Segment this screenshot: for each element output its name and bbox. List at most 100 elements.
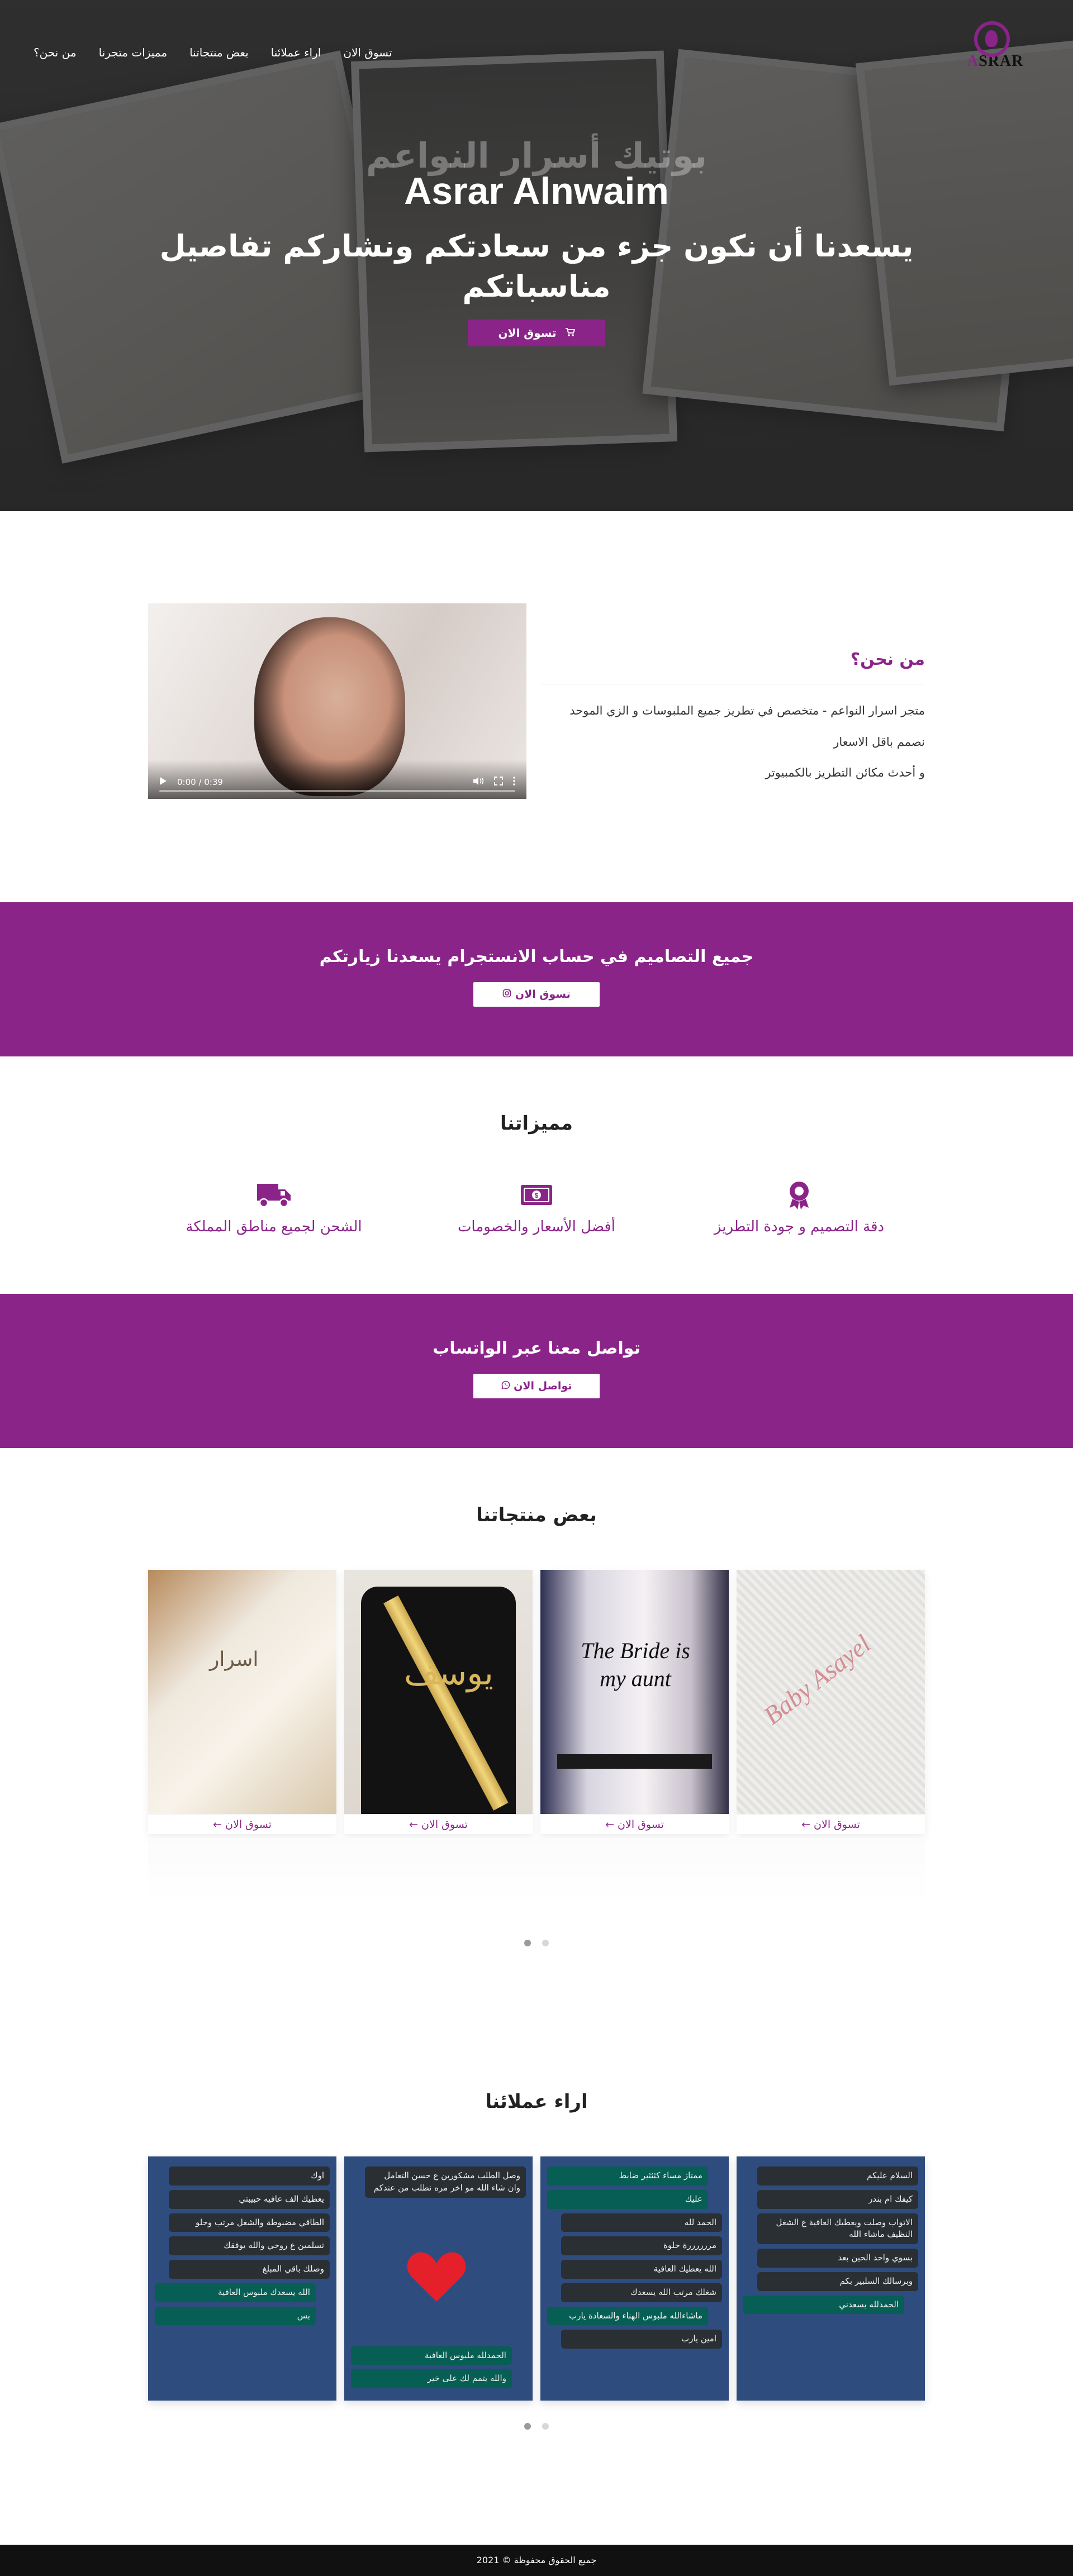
chat-bubble: الله يعطيك العافية <box>561 2260 722 2279</box>
product-image-text: Baby Asayel <box>758 1629 876 1730</box>
feature-item: الشحن لجميع مناطق المملكة <box>184 1179 363 1235</box>
logo-mark-icon <box>974 21 1010 57</box>
chat-bubble: الطاقي مضبوطة والشغل مرتب وحلو <box>169 2213 330 2232</box>
about-paragraph: متجر اسرار النواعم - متخصص في تطريز جميع… <box>569 704 925 717</box>
nav-link-about[interactable]: من نحن؟ <box>34 46 77 59</box>
chat-bubble: اوك <box>169 2166 330 2185</box>
features-list: دقة التصميم و جودة التطريز $ أفضل الأسعا… <box>0 1179 1073 1235</box>
chat-bubble: الحمد لله <box>561 2213 722 2232</box>
whatsapp-contact-button[interactable]: تواصل الان <box>473 1374 600 1398</box>
chat-bubble: ماشاءالله ملبوس الهناء والسعادة يارب <box>547 2306 708 2326</box>
carousel-dot[interactable] <box>524 2423 531 2430</box>
hero-tagline: يسعدنا أن نكون جزء من سعادتكم ونشاركم تف… <box>159 228 914 304</box>
copyright-text: جميع الحقوق محفوظة © 2021 <box>476 2555 597 2565</box>
product-shop-link-label: تسوق الان <box>814 1818 860 1831</box>
instagram-icon <box>502 988 511 1001</box>
fullscreen-icon[interactable] <box>494 777 503 788</box>
product-image: Baby Asayel <box>737 1570 925 1814</box>
about-text: من نحن؟ متجر اسرار النواعم - متخصص في تط… <box>539 650 925 794</box>
hero-arabic-title: بوتيك أسرار النواعم <box>365 135 708 176</box>
money-icon: $ <box>447 1179 626 1211</box>
product-shop-link[interactable]: تسوق الان ← <box>737 1814 925 1834</box>
reviews-carousel: اوك يعطيك الف عافيه حبيبتي الطاقي مضبوطة… <box>148 2156 925 2401</box>
chat-bubble: مررررررة حلوة <box>561 2236 722 2255</box>
product-image-text: The Bride is my aunt <box>581 1638 690 1691</box>
chat-bubble: والله يتمم لك على خير <box>351 2369 512 2388</box>
product-shop-link[interactable]: تسوق الان ← <box>148 1814 336 1834</box>
about-section: من نحن؟ متجر اسرار النواعم - متخصص في تط… <box>0 511 1073 902</box>
review-card: السلام عليكم كيفك ام بندر الاتواب وصلت و… <box>737 2156 925 2401</box>
video-progress-bar[interactable] <box>159 790 515 792</box>
more-options-icon[interactable] <box>513 777 515 788</box>
video-controls: 0:00 / 0:39 <box>148 760 526 799</box>
volume-icon[interactable] <box>473 777 484 788</box>
chat-bubble: الله يسعدك ملبوس العافية <box>155 2283 316 2302</box>
about-video-player[interactable]: 0:00 / 0:39 <box>148 603 526 799</box>
feature-label: دقة التصميم و جودة التطريز <box>714 1218 885 1235</box>
whatsapp-contact-button-label: تواصل الان <box>514 1380 572 1392</box>
products-carousel: اسرار تسوق الان ← يوسف تسوق الان ← The B… <box>148 1570 925 1834</box>
whatsapp-band-text: تواصل معنا عبر الواتساب <box>433 1339 640 1358</box>
play-icon[interactable] <box>159 777 167 788</box>
review-card: اوك يعطيك الف عافيه حبيبتي الطاقي مضبوطة… <box>148 2156 336 2401</box>
product-image: يوسف <box>344 1570 533 1814</box>
carousel-dot[interactable] <box>524 1940 531 1946</box>
product-shop-link[interactable]: تسوق الان ← <box>540 1814 729 1834</box>
chat-bubble: تسلمين ع روحي والله يوفقك <box>169 2236 330 2255</box>
chat-bubble: وصلك باقي المبلغ <box>169 2260 330 2279</box>
chat-bubble: عليك <box>547 2189 708 2209</box>
nav-link-reviews[interactable]: اراء عملائنا <box>271 46 321 59</box>
feature-item: دقة التصميم و جودة التطريز <box>710 1179 889 1235</box>
feature-label: أفضل الأسعار والخصومات <box>457 1218 616 1235</box>
chat-bubble: الحمدلله يسعدني <box>743 2295 904 2315</box>
nav-link-shop[interactable]: تسوق الان <box>343 46 392 59</box>
carousel-placeholder-row <box>148 1838 925 1902</box>
chat-bubble: الحمدلله ملبوس العافية <box>351 2346 512 2365</box>
carousel-dot[interactable] <box>542 2423 549 2430</box>
chat-bubble: كيفك ام بندر <box>757 2189 918 2209</box>
product-image: اسرار <box>148 1570 336 1814</box>
products-title: بعض منتجاتنا <box>476 1504 597 1526</box>
video-time: 0:00 / 0:39 <box>177 777 223 787</box>
review-card: وصل الطلب مشكورين ع حسن التعامل وان شاء … <box>344 2156 533 2401</box>
product-shop-link[interactable]: تسوق الان ← <box>344 1814 533 1834</box>
nav-link-products[interactable]: بعض منتجاتنا <box>189 46 249 59</box>
products-section: بعض منتجاتنا اسرار تسوق الان ← يوسف تسوق… <box>0 1448 1073 2035</box>
nav-link-features[interactable]: مميزات متجرنا <box>99 46 167 59</box>
award-icon <box>710 1179 889 1211</box>
features-section: مميزاتنا دقة التصميم و جودة التطريز $ أف… <box>0 1056 1073 1294</box>
products-carousel-dots <box>0 1940 1073 1946</box>
arrow-left-icon: ← <box>801 1818 810 1831</box>
chat-bubble: يعطيك الف عافيه حبيبتي <box>169 2189 330 2209</box>
reviews-title: اراء عملائنا <box>485 2091 588 2113</box>
product-card[interactable]: اسرار تسوق الان ← <box>148 1570 336 1834</box>
truck-icon <box>184 1179 363 1211</box>
hero-content: بوتيك أسرار النواعم Asrar Alnwaim يسعدنا… <box>0 135 1073 347</box>
whatsapp-band: تواصل معنا عبر الواتساب تواصل الان <box>0 1294 1073 1448</box>
instagram-shop-button[interactable]: تسوق الان <box>473 982 600 1007</box>
product-card[interactable]: The Bride is my aunt تسوق الان ← <box>540 1570 729 1834</box>
instagram-band: جميع التصاميم في حساب الانستجرام يسعدنا … <box>0 902 1073 1056</box>
chat-bubble: الاتواب وصلت ويعطيك العافية ع الشغل النظ… <box>757 2213 918 2244</box>
site-logo[interactable]: ASRAR <box>967 21 1023 83</box>
product-card[interactable]: Baby Asayel تسوق الان ← <box>737 1570 925 1834</box>
heart-icon <box>407 2252 466 2302</box>
about-paragraph: و أحدث مكائن التطريز بالكمبيوتر <box>765 766 925 780</box>
product-image: The Bride is my aunt <box>540 1570 729 1814</box>
nav-links: من نحن؟ مميزات متجرنا بعض منتجاتنا اراء … <box>34 46 392 59</box>
carousel-dot[interactable] <box>542 1940 549 1946</box>
hero-title: Asrar Alnwaim <box>404 170 669 213</box>
product-image-text: يوسف <box>403 1654 493 1693</box>
about-paragraph: نصمم باقل الاسعار <box>833 735 925 749</box>
hero-shop-button-label: تسوق الان <box>498 326 557 340</box>
chat-bubble: امين يارب <box>561 2330 722 2349</box>
top-nav: ASRAR من نحن؟ مميزات متجرنا بعض منتجاتنا… <box>0 0 1073 106</box>
hero-shop-button[interactable]: تسوق الان <box>468 320 605 347</box>
chat-bubble: وصل الطلب مشكورين ع حسن التعامل وان شاء … <box>365 2166 526 2198</box>
product-card[interactable]: يوسف تسوق الان ← <box>344 1570 533 1834</box>
reviews-section: اراء عملائنا اوك يعطيك الف عافيه حبيبتي … <box>0 2035 1073 2545</box>
feature-label: الشحن لجميع مناطق المملكة <box>186 1218 362 1235</box>
cart-icon <box>561 326 575 340</box>
chat-bubble: بسوي واحد الحين بعد <box>757 2249 918 2268</box>
features-title: مميزاتنا <box>500 1112 573 1135</box>
